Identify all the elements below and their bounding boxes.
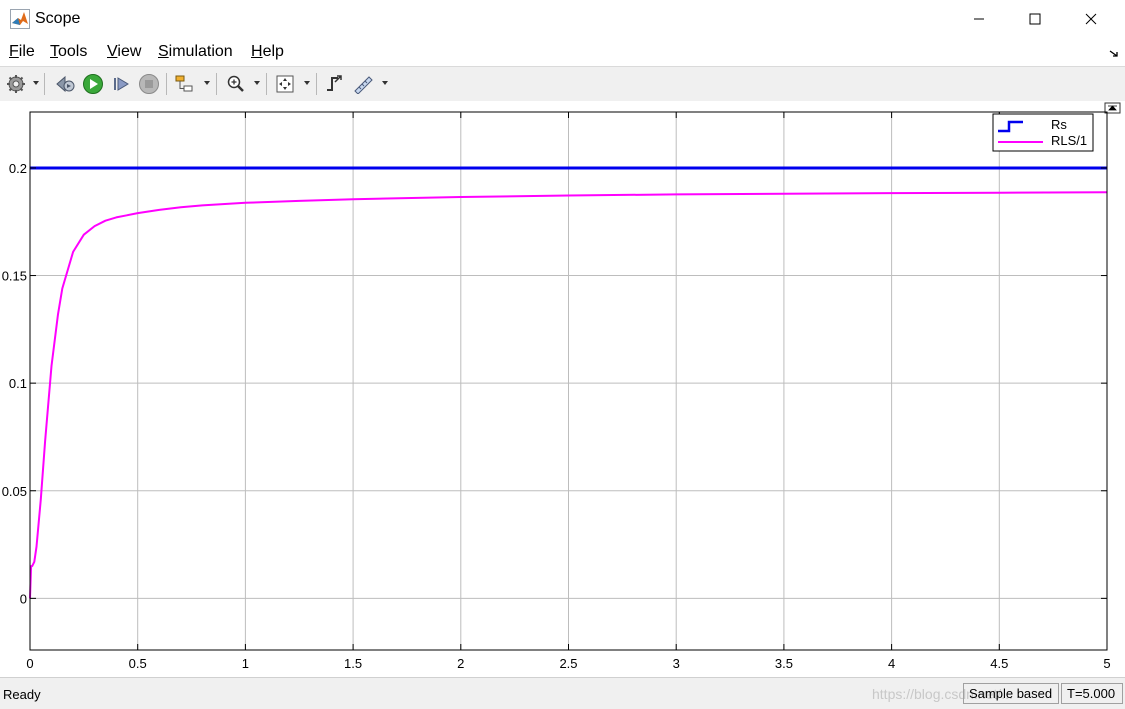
window-title: Scope	[35, 10, 81, 27]
triggers-icon[interactable]	[323, 72, 345, 96]
x-tick-label: 0.5	[129, 656, 147, 671]
x-tick-label: 1.5	[344, 656, 362, 671]
title-bar: Scope	[0, 0, 1125, 38]
x-tick-label: 3	[673, 656, 680, 671]
matlab-logo-icon	[10, 9, 30, 29]
legend-label: RLS/1	[1051, 133, 1087, 148]
x-tick-label: 5	[1103, 656, 1110, 671]
run-icon[interactable]	[82, 72, 104, 96]
y-tick-label: 0.15	[2, 269, 27, 284]
simulation-time: T=5.000	[1061, 683, 1123, 704]
plot-area: 0 0.5 1 1.5 2 2.5 3 3.5 4 4.5 5 0 0.05 0.1 0.15 0.2 Rs R…	[0, 101, 1125, 677]
stop-icon[interactable]	[138, 72, 160, 96]
toolbar-separator	[266, 73, 267, 95]
fit-view-dropdown-icon[interactable]	[304, 81, 310, 85]
sample-mode-indicator: Sample based	[963, 683, 1059, 704]
y-tick-label: 0	[20, 591, 27, 606]
maximize-button[interactable]	[1007, 0, 1063, 38]
x-tick-label: 1	[242, 656, 249, 671]
status-text: Ready	[3, 687, 41, 702]
zoom-in-icon[interactable]	[225, 72, 247, 96]
highlight-block-icon[interactable]	[174, 72, 196, 96]
rewind-icon[interactable]	[54, 72, 76, 96]
x-tick-label: 2	[457, 656, 464, 671]
menu-file[interactable]: File	[9, 43, 35, 61]
x-tick-label: 4	[888, 656, 895, 671]
scope-plot[interactable]: 0 0.5 1 1.5 2 2.5 3 3.5 4 4.5 5 0 0.05 0.1 0.15 0.2 RsR…	[0, 101, 1125, 677]
menu-view[interactable]: View	[107, 43, 141, 61]
settings-dropdown-icon[interactable]	[33, 81, 39, 85]
dock-arrow-icon[interactable]	[1109, 46, 1119, 64]
toolbar-separator	[216, 73, 217, 95]
menu-help[interactable]: Help	[251, 43, 284, 61]
minimize-button[interactable]	[951, 0, 1007, 38]
fit-view-icon[interactable]	[274, 72, 296, 96]
toolbar-separator	[44, 73, 45, 95]
settings-icon[interactable]	[5, 72, 27, 96]
x-tick-label: 4.5	[990, 656, 1008, 671]
menu-tools[interactable]: Tools	[50, 43, 87, 61]
step-forward-icon[interactable]	[110, 72, 132, 96]
close-button[interactable]	[1063, 0, 1119, 38]
highlight-dropdown-icon[interactable]	[204, 81, 210, 85]
measurements-dropdown-icon[interactable]	[382, 81, 388, 85]
toolbar	[0, 66, 1125, 102]
y-tick-label: 0.1	[9, 376, 27, 391]
status-bar: Ready https://blog.csdn.net/... Sample b…	[0, 677, 1125, 709]
zoom-dropdown-icon[interactable]	[254, 81, 260, 85]
x-tick-label: 0	[26, 656, 33, 671]
menu-bar: File Tools View Simulation Help	[0, 38, 1125, 66]
cursor-measurements-icon[interactable]	[352, 72, 374, 96]
legend-label: Rs	[1051, 117, 1067, 132]
x-tick-label: 3.5	[775, 656, 793, 671]
toolbar-separator	[316, 73, 317, 95]
x-tick-label: 2.5	[559, 656, 577, 671]
toolbar-separator	[166, 73, 167, 95]
y-tick-label: 0.05	[2, 484, 27, 499]
menu-simulation[interactable]: Simulation	[158, 43, 233, 61]
y-tick-label: 0.2	[9, 161, 27, 176]
